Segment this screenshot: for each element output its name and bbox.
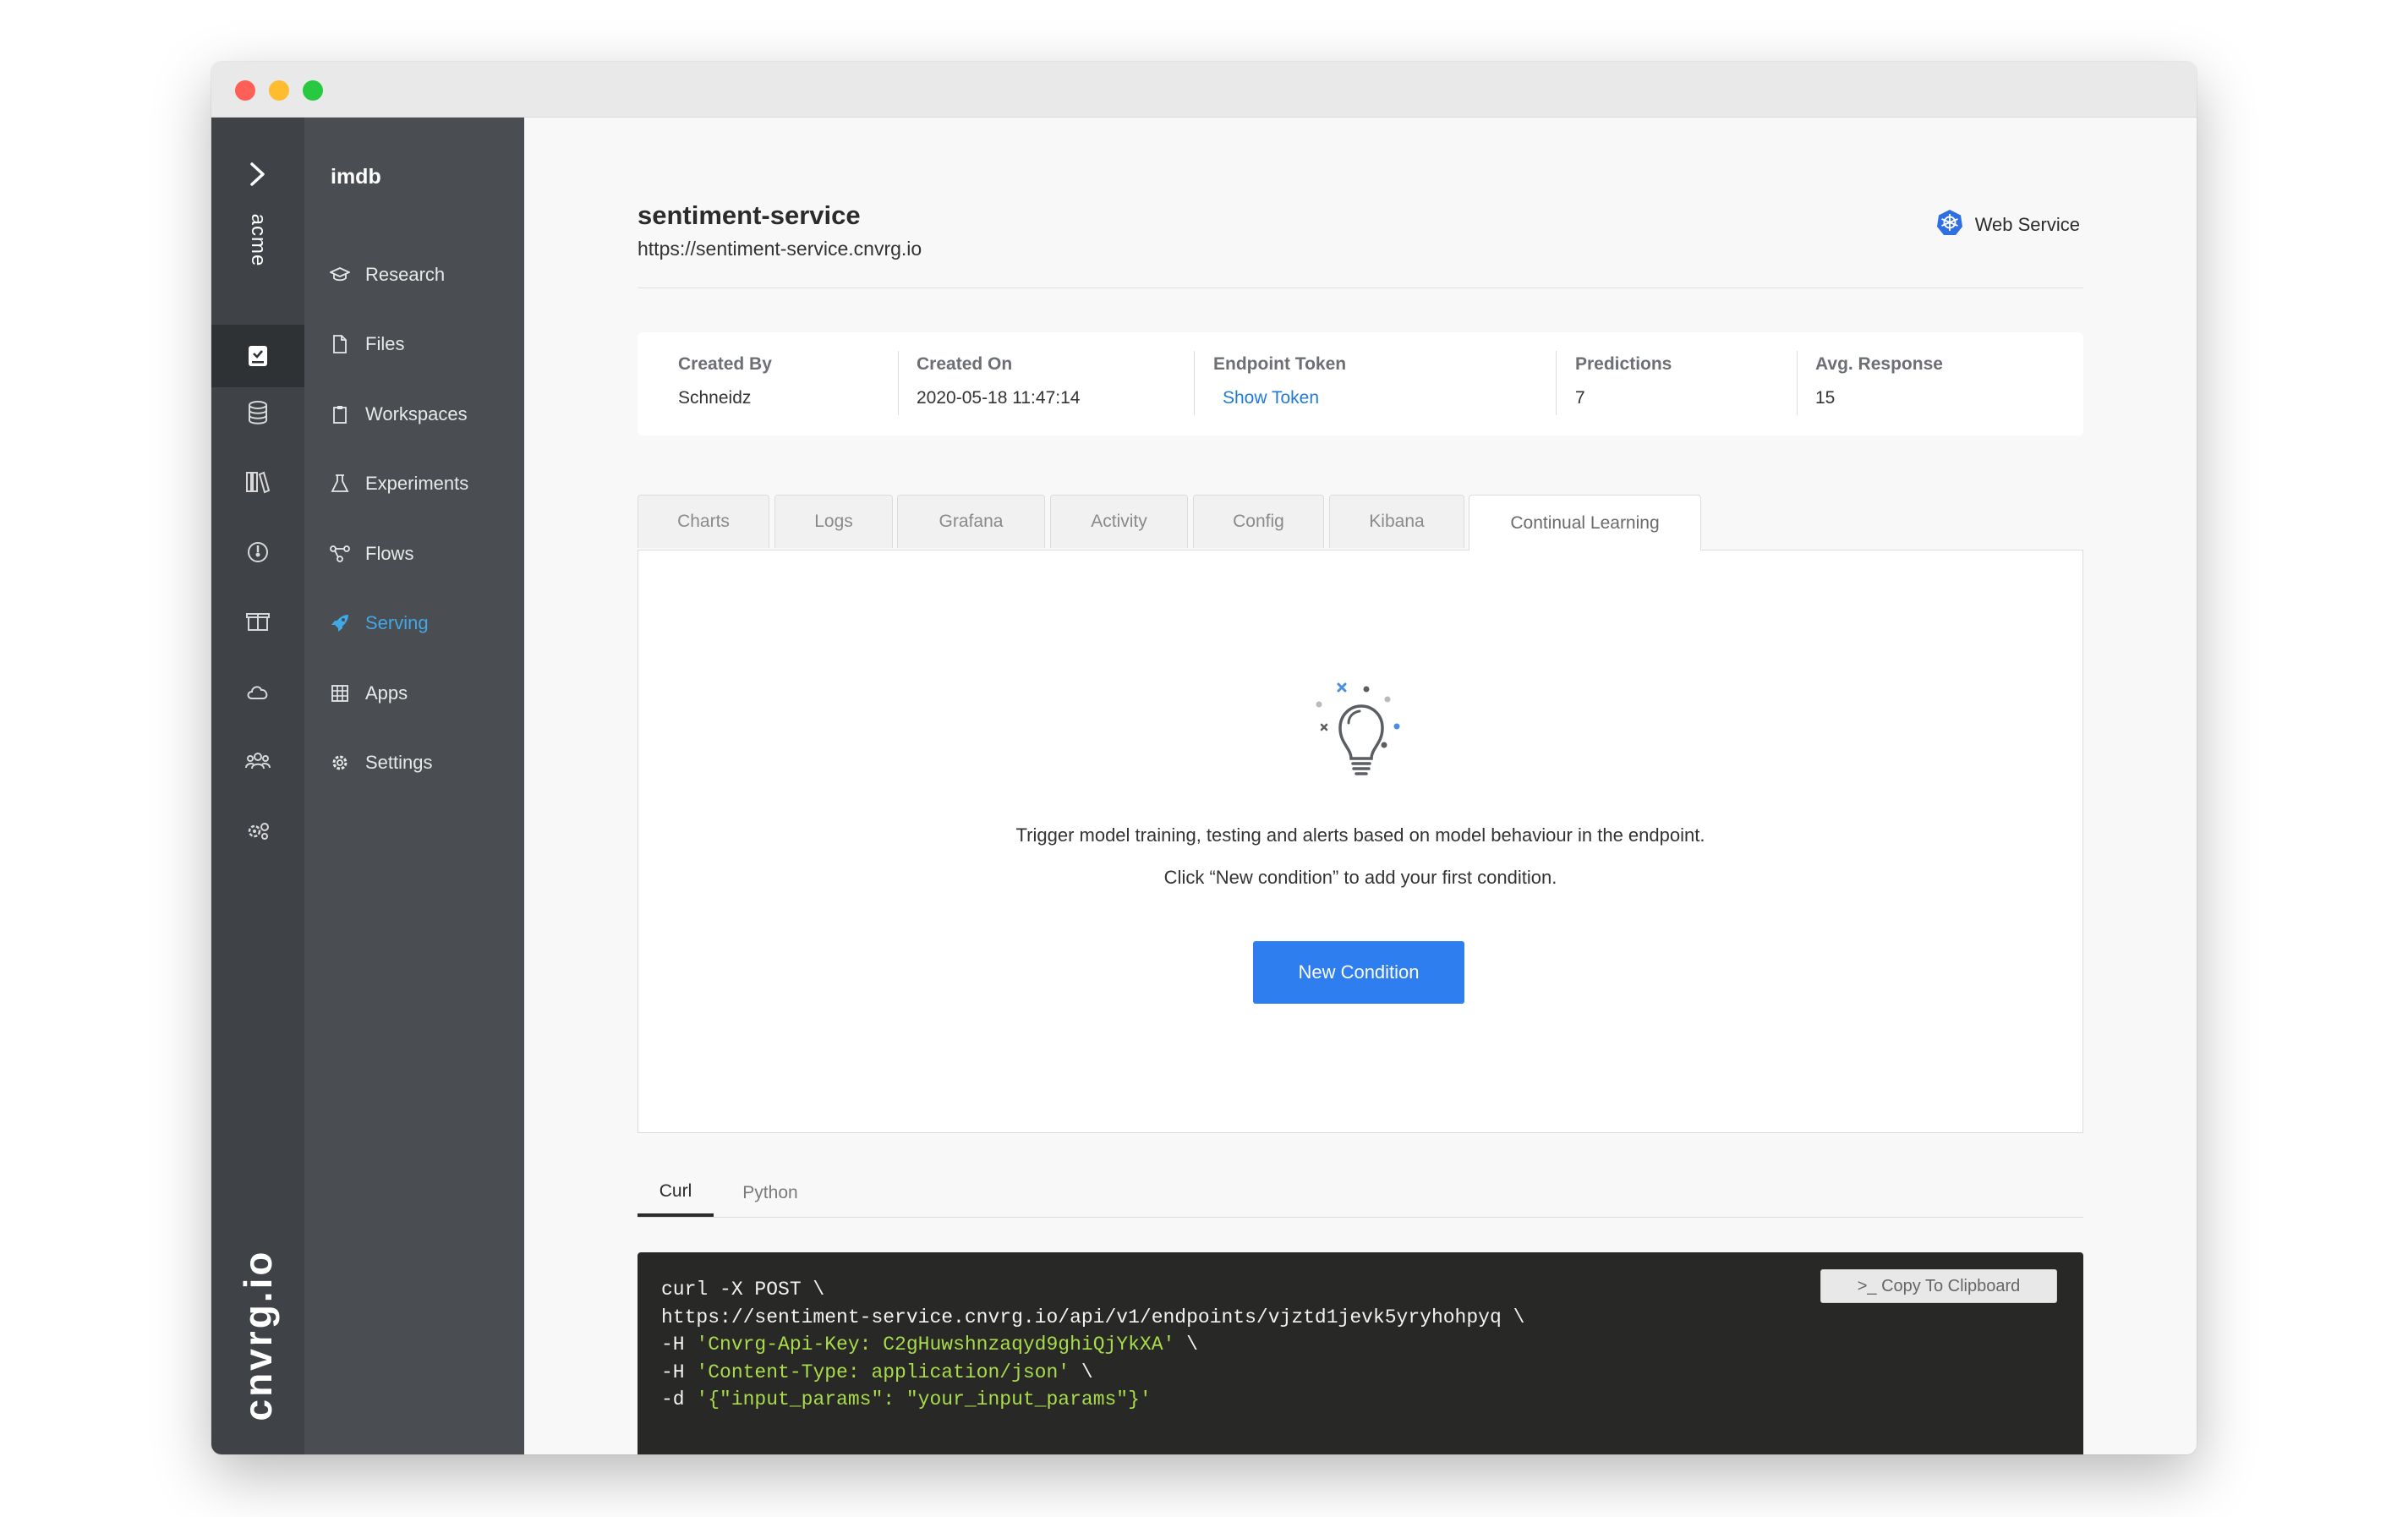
org-settings-icon[interactable] xyxy=(241,814,275,848)
close-window-button[interactable] xyxy=(235,80,255,101)
tab-python[interactable]: Python xyxy=(732,1169,808,1217)
organization-name[interactable]: acme xyxy=(246,214,270,267)
tab-kibana[interactable]: Kibana xyxy=(1329,495,1464,548)
service-url[interactable]: https://sentiment-service.cnvrg.io xyxy=(638,238,922,260)
flow-icon xyxy=(330,544,350,564)
nav-item-files[interactable]: Files xyxy=(330,327,404,361)
stat-value: Schneidz xyxy=(678,388,752,408)
tab-config[interactable]: Config xyxy=(1193,495,1324,548)
nav-item-experiments[interactable]: Experiments xyxy=(330,467,468,501)
stat-label: Created On xyxy=(917,354,1013,374)
expand-chevron-icon[interactable] xyxy=(244,160,272,189)
nav-item-label: Settings xyxy=(365,752,433,773)
cloud-icon[interactable] xyxy=(241,675,275,709)
stat-divider xyxy=(1797,351,1798,415)
nav-item-label: Apps xyxy=(365,682,408,704)
icon-rail: acme cnvrg.io xyxy=(211,118,304,1454)
datasets-icon[interactable] xyxy=(241,396,275,430)
stat-created-by: Created By Schneidz xyxy=(678,354,772,408)
gear-icon xyxy=(330,753,350,773)
code-line: -H 'Cnvrg-Api-Key: C2gHuwshnzaqyd9ghiQjY… xyxy=(661,1334,1198,1355)
stat-label: Predictions xyxy=(1575,354,1672,374)
nav-item-label: Experiments xyxy=(365,473,469,494)
nav-item-serving[interactable]: Serving xyxy=(330,606,429,640)
stat-divider xyxy=(1556,351,1557,415)
code-snippet: curl -X POST \ https://sentiment-service… xyxy=(638,1252,2083,1454)
stat-divider xyxy=(898,351,899,415)
nav-item-label: Files xyxy=(365,333,405,354)
stat-avg-response: Avg. Response 15 xyxy=(1815,354,1943,408)
stat-created-on: Created On 2020-05-18 11:47:14 xyxy=(917,354,1080,408)
nav-item-settings[interactable]: Settings xyxy=(330,746,433,780)
code-tabs: Curl Python xyxy=(638,1169,2083,1218)
stat-divider xyxy=(1194,351,1195,415)
projects-icon[interactable] xyxy=(211,325,304,387)
title-bar xyxy=(211,62,2197,118)
continual-learning-panel: Trigger model training, testing and aler… xyxy=(638,550,2083,1133)
stat-predictions: Predictions 7 xyxy=(1575,354,1672,408)
code-line: -d '{"input_params": "your_input_params"… xyxy=(661,1388,1152,1410)
project-nav: imdb Research Files Workspaces Experimen… xyxy=(304,118,524,1454)
containers-icon[interactable] xyxy=(241,605,275,638)
page-title: sentiment-service xyxy=(638,200,861,230)
code-text[interactable]: curl -X POST \ https://sentiment-service… xyxy=(661,1276,1524,1414)
tab-charts[interactable]: Charts xyxy=(638,495,769,548)
rocket-icon xyxy=(330,613,350,633)
clipboard-icon xyxy=(330,404,350,424)
nav-item-label: Workspaces xyxy=(365,403,468,424)
stat-label: Created By xyxy=(678,354,772,374)
kubernetes-icon xyxy=(1936,209,1963,241)
show-token-link[interactable]: Show Token xyxy=(1223,388,1346,408)
stat-endpoint-token: Endpoint Token Show Token xyxy=(1213,354,1346,408)
dashboard-icon[interactable] xyxy=(241,535,275,569)
stat-value: 7 xyxy=(1575,388,1585,408)
grid-icon xyxy=(330,683,350,704)
flask-icon xyxy=(330,474,350,494)
brand-logo: cnvrg.io xyxy=(236,1249,280,1421)
nav-item-label: Flows xyxy=(365,543,414,564)
stat-value: 15 xyxy=(1815,388,1836,408)
nav-item-research[interactable]: Research xyxy=(330,258,445,292)
nav-item-label: Serving xyxy=(365,612,429,633)
nav-item-workspaces[interactable]: Workspaces xyxy=(330,397,468,431)
panel-hint: Click “New condition” to add your first … xyxy=(1163,867,1557,888)
nav-item-label: Research xyxy=(365,264,446,285)
service-type-label: Web Service xyxy=(1974,214,2080,235)
graduation-cap-icon xyxy=(330,265,350,285)
tab-logs[interactable]: Logs xyxy=(774,495,893,548)
code-line: https://sentiment-service.cnvrg.io/api/v… xyxy=(661,1306,1525,1328)
code-line: curl -X POST \ xyxy=(661,1279,825,1301)
tab-curl[interactable]: Curl xyxy=(638,1169,714,1217)
copy-to-clipboard-button[interactable]: >_ Copy To Clipboard xyxy=(1820,1269,2057,1303)
minimize-window-button[interactable] xyxy=(269,80,289,101)
project-name[interactable]: imdb xyxy=(331,165,381,189)
tab-activity[interactable]: Activity xyxy=(1050,495,1188,548)
maximize-window-button[interactable] xyxy=(303,80,323,101)
members-icon[interactable] xyxy=(241,744,275,778)
stat-label: Endpoint Token xyxy=(1213,354,1347,374)
stat-label: Avg. Response xyxy=(1815,354,1943,374)
endpoint-stats: Created By Schneidz Created On 2020-05-1… xyxy=(638,332,2083,435)
main-content: sentiment-service https://sentiment-serv… xyxy=(524,118,2197,1454)
panel-description: Trigger model training, testing and aler… xyxy=(1015,824,1705,846)
file-icon xyxy=(330,334,350,354)
nav-item-apps[interactable]: Apps xyxy=(330,676,408,710)
library-icon[interactable] xyxy=(241,465,275,499)
new-condition-button[interactable]: New Condition xyxy=(1253,941,1464,1004)
lightbulb-icon xyxy=(1306,676,1416,786)
app-window: acme cnvrg.io imdb Research Files Worksp… xyxy=(211,62,2197,1454)
tab-continual-learning[interactable]: Continual Learning xyxy=(1469,495,1701,550)
code-line: -H 'Content-Type: application/json' \ xyxy=(661,1361,1093,1383)
nav-item-flows[interactable]: Flows xyxy=(330,537,413,571)
stat-value: 2020-05-18 11:47:14 xyxy=(917,388,1081,408)
service-type: Web Service xyxy=(1936,209,2080,241)
tab-grafana[interactable]: Grafana xyxy=(897,495,1045,548)
